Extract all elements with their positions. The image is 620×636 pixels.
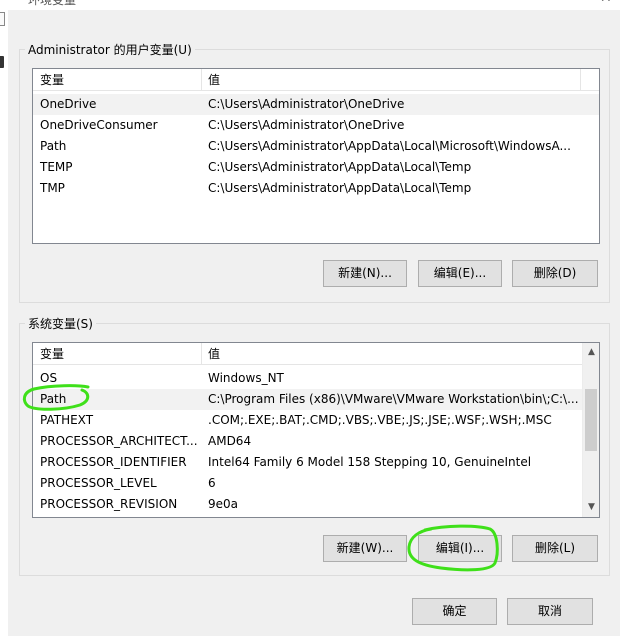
user-variables-group-title: Administrator 的用户变量(U) xyxy=(25,41,195,58)
window-title: 环境变量 xyxy=(28,0,77,7)
var-name: OneDrive xyxy=(40,97,97,111)
var-name: PROCESSOR_LEVEL xyxy=(40,476,157,490)
user-var-row[interactable]: TMP C:\Users\Administrator\AppData\Local… xyxy=(33,178,599,199)
system-variables-group-title: 系统变量(S) xyxy=(25,315,96,332)
user-var-row[interactable]: OneDriveConsumer C:\Users\Administrator\… xyxy=(33,115,599,136)
scroll-down-icon[interactable]: ▼ xyxy=(583,499,599,516)
system-new-button[interactable]: 新建(W)... xyxy=(323,535,407,562)
var-value: .COM;.EXE;.BAT;.CMD;.VBS;.VBE;.JS;.JSE;.… xyxy=(208,413,552,427)
var-name: TEMP xyxy=(40,160,73,174)
var-name: PATHEXT xyxy=(40,413,94,427)
var-name: TMP xyxy=(40,181,65,195)
column-header-value[interactable]: 值 xyxy=(202,343,580,365)
var-value: C:\Program Files (x86)\VMware\VMware Wor… xyxy=(208,392,579,406)
user-var-row[interactable]: OneDrive C:\Users\Administrator\OneDrive xyxy=(33,94,599,115)
user-new-button[interactable]: 新建(N)... xyxy=(323,260,407,287)
var-name: OS xyxy=(40,371,58,385)
cancel-button[interactable]: 取消 xyxy=(507,598,593,625)
user-var-row[interactable]: Path C:\Users\Administrator\AppData\Loca… xyxy=(33,136,599,157)
system-edit-button[interactable]: 编辑(I)... xyxy=(418,535,502,562)
system-list-scrollbar[interactable]: ▲ ▼ xyxy=(582,343,599,517)
var-value: Intel64 Family 6 Model 158 Stepping 10, … xyxy=(208,455,532,469)
system-var-row[interactable]: OS Windows_NT xyxy=(33,368,582,389)
var-value: 9e0a xyxy=(208,497,239,511)
var-value: C:\Users\Administrator\OneDrive xyxy=(208,118,405,132)
system-var-row[interactable]: PROCESSOR_LEVEL 6 xyxy=(33,473,582,494)
scroll-thumb[interactable] xyxy=(585,389,597,451)
var-name: Path xyxy=(40,139,67,153)
column-header-variable[interactable]: 变量 xyxy=(34,69,200,91)
column-divider[interactable] xyxy=(580,69,581,91)
var-value: C:\Users\Administrator\AppData\Local\Tem… xyxy=(208,160,472,174)
var-value: C:\Users\Administrator\AppData\Local\Mic… xyxy=(208,139,571,153)
var-value: Windows_NT xyxy=(208,371,284,385)
system-var-row-path[interactable]: Path C:\Program Files (x86)\VMware\VMwar… xyxy=(33,389,582,410)
system-var-row[interactable]: PROCESSOR_ARCHITECT... AMD64 xyxy=(33,431,582,452)
user-list-header: 变量 值 xyxy=(33,69,599,91)
var-name: PROCESSOR_REVISION xyxy=(40,497,178,511)
close-icon[interactable]: ✕ xyxy=(600,0,612,6)
user-variables-list[interactable]: 变量 值 OneDrive C:\Users\Administrator\One… xyxy=(32,68,600,244)
background-field-fragment xyxy=(0,12,5,26)
var-value: C:\Users\Administrator\AppData\Local\Tem… xyxy=(208,181,472,195)
system-variables-list[interactable]: 变量 值 OS Windows_NT Path C:\Program Files… xyxy=(32,342,600,518)
var-value: 6 xyxy=(208,476,216,490)
scroll-up-icon[interactable]: ▲ xyxy=(583,344,599,361)
var-name: Path xyxy=(40,392,67,406)
column-header-value[interactable]: 值 xyxy=(202,69,580,91)
user-var-row[interactable]: TEMP C:\Users\Administrator\AppData\Loca… xyxy=(33,157,599,178)
system-var-row[interactable]: PATHEXT .COM;.EXE;.BAT;.CMD;.VBS;.VBE;.J… xyxy=(33,410,582,431)
var-name: PROCESSOR_IDENTIFIER xyxy=(40,455,187,469)
system-delete-button[interactable]: 删除(L) xyxy=(512,535,598,562)
system-var-row[interactable]: PROCESSOR_IDENTIFIER Intel64 Family 6 Mo… xyxy=(33,452,582,473)
background-icon-fragment xyxy=(0,56,4,68)
background-window-edge xyxy=(0,8,8,78)
title-bar: 环境变量 ✕ xyxy=(0,0,620,10)
system-list-header: 变量 值 xyxy=(33,343,582,365)
var-name: OneDriveConsumer xyxy=(40,118,158,132)
user-edit-button[interactable]: 编辑(E)... xyxy=(418,260,502,287)
var-value: AMD64 xyxy=(208,434,252,448)
column-header-variable[interactable]: 变量 xyxy=(34,343,200,365)
user-delete-button[interactable]: 删除(D) xyxy=(512,260,598,287)
var-value: C:\Users\Administrator\OneDrive xyxy=(208,97,405,111)
var-name: PROCESSOR_ARCHITECT... xyxy=(40,434,198,448)
system-var-row[interactable]: PROCESSOR_REVISION 9e0a xyxy=(33,494,582,515)
ok-button[interactable]: 确定 xyxy=(412,598,497,625)
